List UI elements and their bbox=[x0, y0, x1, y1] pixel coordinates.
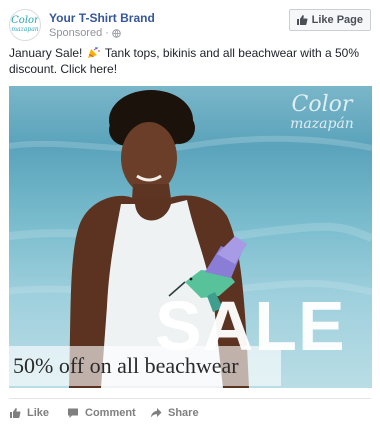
like-label: Like bbox=[27, 407, 50, 419]
actions-divider bbox=[9, 398, 371, 399]
post-text-start: January Sale! bbox=[9, 46, 83, 60]
post-actions-bar: Like Comment Share bbox=[9, 402, 371, 424]
watermark-line1: Color bbox=[291, 92, 353, 117]
comment-label: Comment bbox=[85, 407, 136, 419]
ad-image[interactable]: Color mazapán SALE 50% off on all beachw… bbox=[9, 86, 372, 388]
post-meta: Sponsored · bbox=[49, 27, 121, 39]
watermark-line2: mazapán bbox=[290, 116, 354, 132]
like-page-button[interactable]: Like Page bbox=[288, 9, 371, 31]
post-header: Color mazapan Your T-Shirt Brand Sponsor… bbox=[9, 9, 371, 41]
page-name-link[interactable]: Your T-Shirt Brand bbox=[49, 11, 155, 25]
like-page-label: Like Page bbox=[311, 14, 363, 26]
discount-banner-text: 50% off on all beachwear bbox=[13, 353, 239, 378]
discount-banner: 50% off on all beachwear bbox=[9, 346, 281, 386]
comment-button[interactable]: Comment bbox=[67, 402, 136, 424]
watermark-logo: Color mazapán bbox=[284, 92, 360, 133]
globe-icon bbox=[112, 28, 121, 38]
avatar-logo-subtext: mazapan bbox=[11, 26, 39, 33]
sponsored-post-card: Color mazapan Your T-Shirt Brand Sponsor… bbox=[0, 0, 380, 426]
meta-separator: · bbox=[105, 27, 109, 39]
share-button[interactable]: Share bbox=[150, 402, 199, 424]
page-avatar[interactable]: Color mazapan bbox=[9, 9, 41, 41]
thumbs-up-icon bbox=[10, 408, 21, 418]
speech-bubble-icon bbox=[68, 408, 78, 418]
share-arrow-icon bbox=[150, 408, 162, 418]
thumbs-up-icon bbox=[296, 15, 308, 25]
avatar-logo-text: Color bbox=[11, 15, 39, 26]
party-popper-icon bbox=[87, 47, 100, 58]
sponsored-label[interactable]: Sponsored bbox=[49, 27, 102, 39]
post-message: January Sale! Tank tops, bikinis and all… bbox=[9, 45, 371, 77]
share-label: Share bbox=[168, 407, 199, 419]
like-button[interactable]: Like bbox=[9, 402, 49, 424]
